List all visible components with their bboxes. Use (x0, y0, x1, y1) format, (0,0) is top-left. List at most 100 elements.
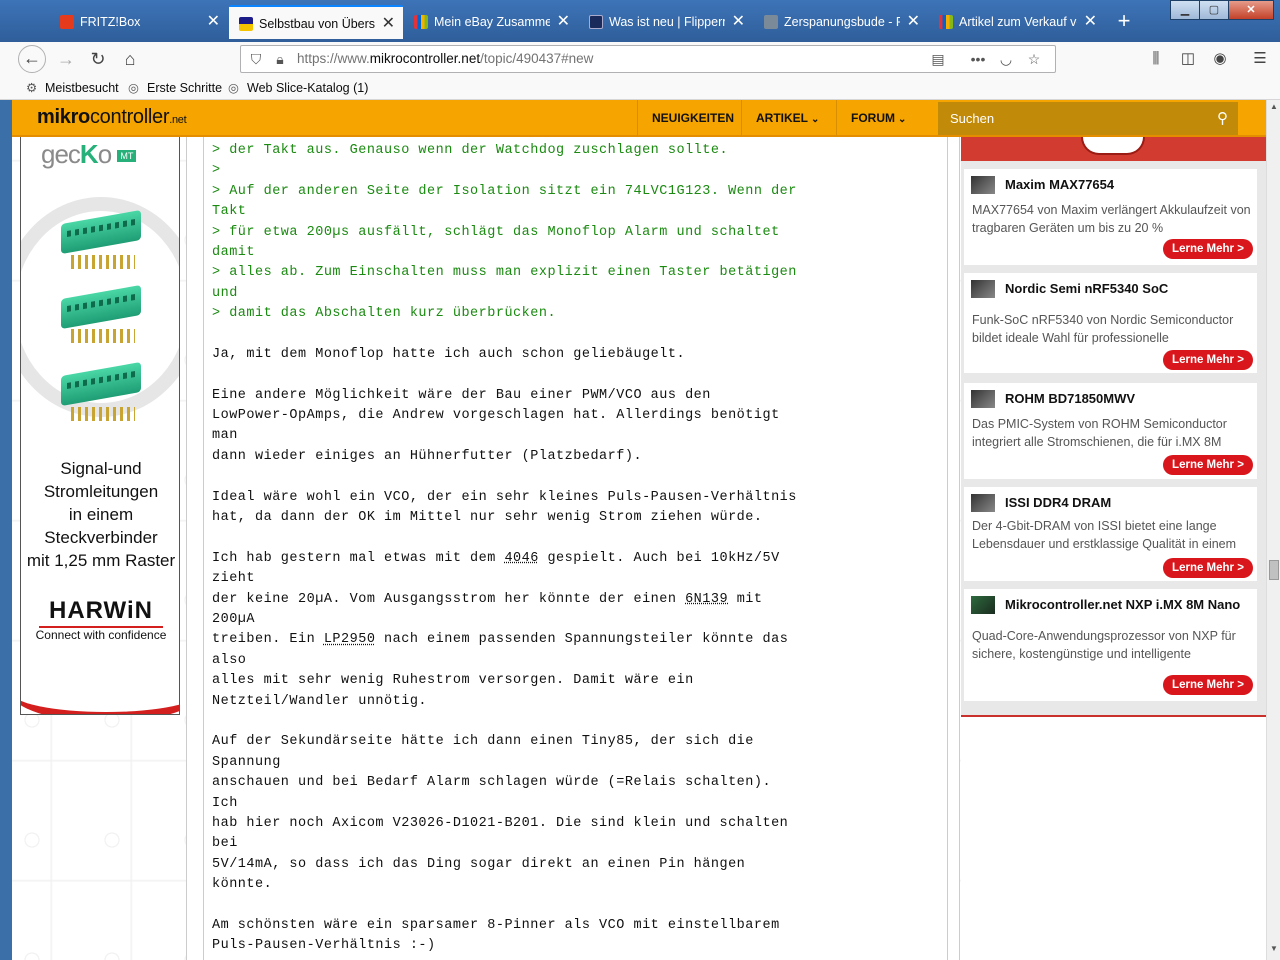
part-link[interactable]: 4046 (504, 551, 538, 566)
maximize-button[interactable]: ▢ (1199, 0, 1229, 20)
post-line: Am schönsten wäre ein sparsamer 8-Pinner… (212, 917, 780, 933)
reader-view-icon[interactable]: ▤ (929, 51, 947, 67)
nav-neuigkeiten[interactable]: NEUIGKEITEN (637, 100, 748, 137)
tab-zerspanungsbude[interactable]: Zerspanungsbude - Forum ✕ (754, 5, 928, 39)
tab-flippermarkt[interactable]: Was ist neu | Flippermarkt ✕ (579, 5, 753, 39)
bookmark-label: Meistbesucht (45, 81, 119, 95)
card-title[interactable]: Nordic Semi nRF5340 SoC (1005, 281, 1168, 296)
close-icon[interactable]: ✕ (1084, 5, 1097, 39)
post-line: hab hier noch Axicom V23026-D1021-B201. … (212, 815, 789, 831)
shield-icon[interactable]: ⛉ (247, 51, 265, 67)
bookmark-label: Web Slice-Katalog (1) (247, 81, 369, 95)
learn-more-button[interactable]: Lerne Mehr > (1163, 675, 1253, 695)
bookmark-web-slice[interactable]: ◎ Web Slice-Katalog (1) (228, 80, 368, 95)
scroll-up-icon[interactable]: ▲ (1269, 102, 1279, 114)
new-tab-button[interactable]: + (1112, 8, 1136, 34)
card-description: Das PMIC-System von ROHM Semiconductor i… (972, 417, 1227, 449)
page-actions-icon[interactable]: ••• (969, 51, 987, 67)
product-thumbnail (971, 596, 995, 614)
card-title[interactable]: Mikrocontroller.net NXP i.MX 8M Nano (1005, 597, 1240, 612)
card-title[interactable]: ISSI DDR4 DRAM (1005, 495, 1111, 510)
post-line: Ich (212, 795, 238, 811)
reload-button[interactable]: ↻ (84, 45, 112, 73)
news-card[interactable]: ISSI DDR4 DRAM Der 4-Gbit-DRAM von ISSI … (964, 487, 1257, 581)
post-line: Spannung (212, 754, 281, 770)
close-window-button[interactable]: ✕ (1228, 0, 1274, 20)
logo-bold: mikro (37, 106, 90, 128)
account-icon[interactable]: ◉ (1210, 50, 1230, 68)
learn-more-button[interactable]: Lerne Mehr > (1163, 558, 1253, 578)
post-line: könnte. (212, 877, 273, 893)
card-title[interactable]: Maxim MAX77654 (1005, 177, 1114, 192)
part-link[interactable]: 6N139 (685, 592, 728, 607)
news-card[interactable]: ROHM BD71850MWV Das PMIC-System von ROHM… (964, 383, 1257, 479)
harwin-banner-ad[interactable]: gecKo MT Signal-und Stromleitungen in ei… (20, 137, 180, 715)
product-thumbnail (971, 280, 995, 298)
close-icon[interactable]: ✕ (907, 5, 920, 39)
close-icon[interactable]: ✕ (732, 5, 745, 39)
tab-ebay-artikel[interactable]: Artikel zum Verkauf von ✕ (929, 5, 1105, 39)
flipper-icon (589, 15, 603, 29)
banner-line: mit 1,25 mm Raster (26, 551, 176, 570)
close-icon[interactable]: ✕ (382, 7, 395, 39)
close-icon[interactable]: ✕ (207, 5, 220, 39)
pocket-icon[interactable]: ◡ (997, 51, 1015, 67)
tab-active[interactable]: Selbstbau von Überspannungsschutz ✕ (229, 5, 403, 39)
nav-label: FORUM (851, 111, 895, 125)
learn-more-button[interactable]: Lerne Mehr > (1163, 350, 1253, 370)
url-bar[interactable]: ⛉ 🔒︎ https://www.mikrocontroller.net/top… (240, 45, 1056, 73)
url-text[interactable]: https://www.mikrocontroller.net/topic/49… (297, 46, 593, 72)
scrollbar-thumb[interactable] (1269, 560, 1279, 580)
lock-icon[interactable]: 🔒︎ (271, 51, 289, 67)
nav-artikel[interactable]: ARTIKEL ⌄ (741, 100, 833, 137)
nav-forum[interactable]: FORUM ⌄ (836, 100, 920, 137)
post-line: 200µA (212, 611, 256, 627)
tab-title: Mein eBay Zusammenfassung (434, 15, 550, 29)
tab-strip: FRITZ!Box ✕ Selbstbau von Überspannungss… (0, 0, 1280, 42)
post-line: hat, da dann der OK im Mittel nur sehr w… (212, 510, 763, 526)
learn-more-button[interactable]: Lerne Mehr > (1163, 239, 1253, 259)
content-column: > der Takt aus. Genauso wenn der Watchdo… (186, 137, 960, 960)
post-line: Auf der Sekundärseite hätte ich dann ein… (212, 734, 754, 750)
menu-icon[interactable]: ☰ (1250, 50, 1270, 68)
product-thumbnail (971, 176, 995, 194)
forward-button[interactable]: → (52, 45, 80, 73)
page-scrollbar[interactable]: ▲ ▼ (1266, 100, 1280, 960)
bookmark-erste-schritte[interactable]: ◎ Erste Schritte (128, 80, 222, 95)
learn-more-button[interactable]: Lerne Mehr > (1163, 455, 1253, 475)
site-logo[interactable]: mikrocontroller.net (37, 106, 187, 129)
news-card[interactable]: Mikrocontroller.net NXP i.MX 8M Nano Qua… (964, 589, 1257, 701)
news-card[interactable]: Maxim MAX77654 MAX77654 von Maxim verlän… (964, 169, 1257, 265)
scroll-down-icon[interactable]: ▼ (1269, 944, 1279, 956)
nav-label: ARTIKEL (756, 111, 808, 125)
tab-ebay[interactable]: Mein eBay Zusammenfassung ✕ (404, 5, 578, 39)
card-title[interactable]: ROHM BD71850MWV (1005, 391, 1135, 406)
connector-pins (71, 407, 135, 421)
sidebar-icon[interactable]: ◫ (1178, 50, 1198, 68)
minimize-button[interactable]: ▁ (1170, 0, 1200, 20)
post-line: Eine andere Möglichkeit wäre der Bau ein… (212, 387, 711, 403)
banner-swoosh (21, 662, 179, 714)
fritzbox-icon (60, 15, 74, 29)
search-icon[interactable]: ⚲ (1217, 102, 1228, 135)
bookmark-label: Erste Schritte (147, 81, 223, 95)
search-input[interactable]: Suchen ⚲ (938, 102, 1238, 135)
bookmark-star-icon[interactable]: ☆ (1025, 51, 1043, 67)
bookmark-meistbesucht[interactable]: ⚙ Meistbesucht (26, 80, 119, 95)
banner-line: in einem (68, 505, 134, 524)
library-icon[interactable]: ⫼ (1146, 50, 1166, 68)
home-button[interactable]: ⌂ (116, 45, 144, 73)
banner-text: Signal-und Stromleitungen in einem Steck… (21, 457, 179, 572)
quoted-line: > (212, 163, 221, 179)
part-link[interactable]: LP2950 (324, 632, 376, 647)
close-icon[interactable]: ✕ (557, 5, 570, 39)
back-button[interactable]: ← (18, 45, 46, 73)
tab-title: Zerspanungsbude - Forum (784, 15, 900, 29)
tab-fritzbox[interactable]: FRITZ!Box ✕ (50, 5, 228, 39)
right-sidebar: Maxim MAX77654 MAX77654 von Maxim verlän… (961, 137, 1266, 960)
nav-label: NEUIGKEITEN (652, 111, 735, 125)
post-line: Netzteil/Wandler unnötig. (212, 693, 428, 709)
url-prefix: https://www. (297, 51, 370, 66)
post-line: also (212, 652, 247, 668)
news-card[interactable]: Nordic Semi nRF5340 SoC Funk-SoC nRF5340… (964, 273, 1257, 373)
